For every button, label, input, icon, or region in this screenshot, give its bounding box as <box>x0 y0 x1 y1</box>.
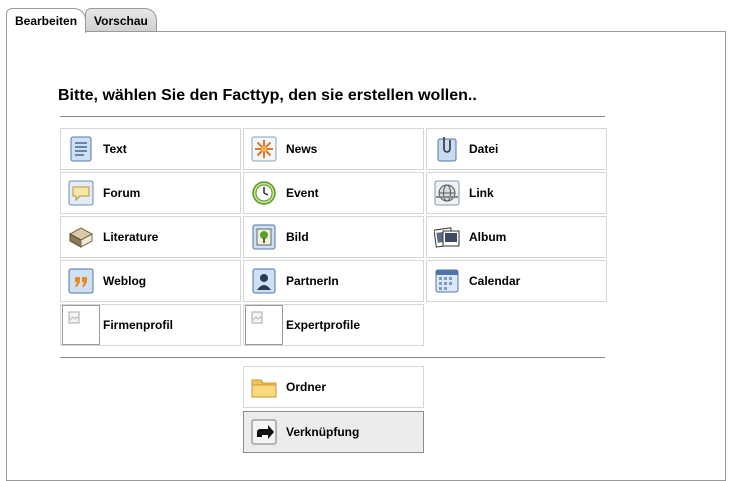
verknuepfung-item[interactable]: Verknüpfung <box>243 411 424 453</box>
tab-bar: Bearbeiten Vorschau <box>6 8 157 33</box>
fact-type-label: Album <box>469 230 507 244</box>
fact-type-label: Forum <box>103 186 141 200</box>
fact-type-label: Datei <box>469 142 499 156</box>
tab-label: Bearbeiten <box>15 14 78 28</box>
fact-type-weblog[interactable]: Weblog <box>60 260 241 302</box>
fact-type-text[interactable]: Text <box>60 128 241 170</box>
page-title: Bitte, wählen Sie den Facttyp, den sie e… <box>58 87 477 104</box>
fact-type-label: Text <box>103 142 127 156</box>
quote-icon <box>68 268 94 294</box>
fact-type-label: Expertprofile <box>286 318 361 332</box>
news-starburst-icon <box>251 136 277 162</box>
broken-image-icon <box>62 305 100 345</box>
broken-image-icon <box>245 305 283 345</box>
fact-type-label: Literature <box>103 230 159 244</box>
fact-type-event[interactable]: Event <box>243 172 424 214</box>
clock-icon <box>251 180 277 206</box>
fact-type-label: Bild <box>286 230 309 244</box>
tab-bearbeiten[interactable]: Bearbeiten <box>6 8 87 33</box>
tab-label: Vorschau <box>94 13 148 28</box>
book-icon <box>68 224 94 250</box>
picture-icon <box>251 224 277 250</box>
fact-type-label: News <box>286 142 318 156</box>
fact-type-label: Firmenprofil <box>103 318 174 332</box>
fact-type-expertprofile[interactable]: Expertprofile <box>243 304 424 346</box>
calendar-icon <box>434 268 460 294</box>
file-paperclip-icon <box>434 136 460 162</box>
globe-link-icon <box>434 180 460 206</box>
document-text-icon <box>68 136 94 162</box>
fact-type-label: Calendar <box>469 274 521 288</box>
fact-type-label: Event <box>286 186 319 200</box>
speech-bubble-icon <box>68 180 94 206</box>
fact-type-news[interactable]: News <box>243 128 424 170</box>
fact-type-firmenprofil[interactable]: Firmenprofil <box>60 304 241 346</box>
folder-icon <box>251 374 277 400</box>
ordner-label: Ordner <box>286 380 327 394</box>
ordner-item[interactable]: Ordner <box>243 366 424 408</box>
divider-bottom <box>60 357 605 358</box>
person-card-icon <box>251 268 277 294</box>
fact-type-label: Weblog <box>103 274 147 288</box>
photo-album-icon <box>434 224 460 250</box>
fact-type-link[interactable]: Link <box>426 172 607 214</box>
fact-type-partnerin[interactable]: PartnerIn <box>243 260 424 302</box>
divider-top <box>60 116 605 117</box>
fact-type-bild[interactable]: Bild <box>243 216 424 258</box>
fact-type-label: Link <box>469 186 494 200</box>
fact-type-forum[interactable]: Forum <box>60 172 241 214</box>
shortcut-arrow-icon <box>251 419 277 445</box>
verknuepfung-label: Verknüpfung <box>286 425 360 439</box>
fact-type-calendar[interactable]: Calendar <box>426 260 607 302</box>
fact-type-literature[interactable]: Literature <box>60 216 241 258</box>
fact-type-label: PartnerIn <box>286 274 339 288</box>
fact-type-datei[interactable]: Datei <box>426 128 607 170</box>
fact-type-album[interactable]: Album <box>426 216 607 258</box>
tab-vorschau[interactable]: Vorschau <box>85 8 157 32</box>
